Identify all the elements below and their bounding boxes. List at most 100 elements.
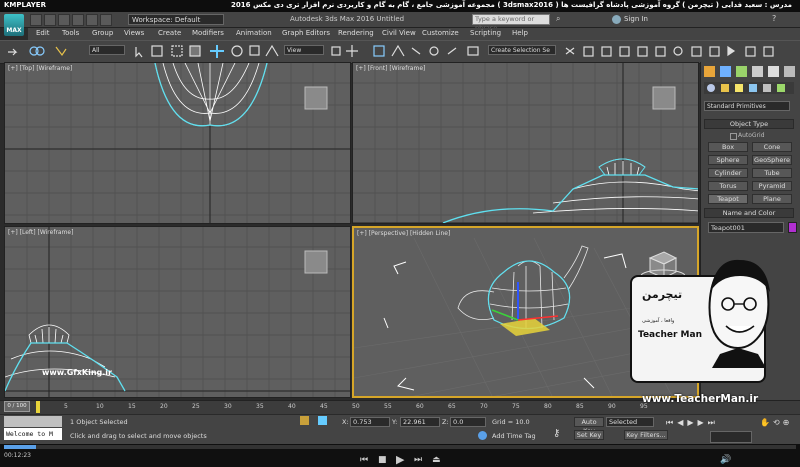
mirror-icon [565,47,575,55]
add-time-tag-button[interactable]: Add Time Tag [492,432,536,440]
new-file-icon[interactable] [30,14,42,26]
workspace-dropdown[interactable]: Workspace: Default [128,14,224,25]
hierarchy-tab-icon[interactable] [736,66,747,77]
previous-icon[interactable]: ⏮ [360,455,368,465]
viewcube-front[interactable] [652,86,676,110]
time-slider-thumb[interactable]: 0 / 100 [4,401,30,412]
key-mode-dropdown[interactable]: Selected [606,417,654,427]
z-coordinate-field[interactable]: 0.0 [450,417,486,427]
menu-help[interactable]: Help [512,29,528,37]
set-key-icon[interactable]: ⚷ [553,428,569,440]
sign-in-button[interactable]: Sign In [624,15,648,23]
utilities-tab-icon[interactable] [784,66,795,77]
rendered-frame-icon [709,46,720,57]
shapes-icon[interactable] [721,84,729,92]
project-folder-icon[interactable] [100,14,112,26]
save-file-icon[interactable] [58,14,70,26]
pyramid-button[interactable]: Pyramid [752,181,792,191]
search-input[interactable]: Type a keyword or phrase [472,14,550,32]
menu-views[interactable]: Views [124,29,144,37]
menu-modifiers[interactable]: Modifiers [192,29,224,37]
menu-edit[interactable]: Edit [36,29,50,37]
next-icon[interactable]: ⏭ [414,455,422,465]
stop-icon[interactable]: ■ [378,455,387,465]
timeline-tick: 75 [512,403,520,410]
viewport-perspective-label[interactable]: [+] [Perspective] [Hidden Line] [357,230,450,237]
spacewarps-icon[interactable] [777,84,785,92]
navigation-controls[interactable]: ✋⟲⊕ [760,418,792,427]
viewport-front[interactable]: [+] [Front] [Wireframe] [352,62,699,224]
tube-button[interactable]: Tube [752,168,792,178]
torus-button[interactable]: Torus [708,181,748,191]
viewcube-left[interactable] [304,250,328,274]
helpers-icon[interactable] [763,84,771,92]
help-icon[interactable]: ? [772,14,776,23]
video-time: 00:12:23 [4,452,31,459]
sphere-button[interactable]: Sphere [708,155,748,165]
volume-icon[interactable]: 🔊 [720,455,731,465]
object-color-swatch[interactable] [788,222,797,233]
modify-tab-icon[interactable] [720,66,731,77]
geosphere-button[interactable]: GeoSphere [752,155,792,165]
current-frame-field[interactable] [710,431,752,443]
absolute-mode-icon[interactable] [318,416,327,425]
cone-button[interactable]: Cone [752,142,792,152]
name-and-color-rollout[interactable]: Name and Color [704,208,794,218]
autogrid-checkbox[interactable] [730,133,737,140]
time-tag-icon[interactable] [478,431,487,440]
viewport-top-label[interactable]: [+] [Top] [Wireframe] [8,65,72,72]
key-filters-button[interactable]: Key Filters... [624,430,668,440]
menu-scripting[interactable]: Scripting [470,29,501,37]
x-coordinate-field[interactable]: 0.753 [350,417,390,427]
video-progress-fill [4,445,36,449]
primitive-category-dropdown[interactable]: Standard Primitives [704,101,790,111]
maxscript-mini-listener[interactable]: Welcome to M [4,428,62,440]
timeline-tick: 30 [224,403,232,410]
menu-group[interactable]: Group [92,29,113,37]
box-button[interactable]: Box [708,142,748,152]
timeline-tick: 50 [352,403,360,410]
max-application-button[interactable]: MAX [4,14,24,36]
render-production-icon [745,46,756,57]
menu-animation[interactable]: Animation [236,29,272,37]
object-type-rollout[interactable]: Object Type [704,119,794,129]
plane-button[interactable]: Plane [752,194,792,204]
set-key-button[interactable]: Set Key [574,430,604,440]
lights-icon[interactable] [735,84,743,92]
create-tab-icon[interactable] [704,66,715,77]
maxscript-listener-output[interactable] [4,416,62,427]
motion-tab-icon[interactable] [752,66,763,77]
redo-icon[interactable] [86,14,98,26]
display-tab-icon[interactable] [768,66,779,77]
open-file-icon[interactable] [44,14,56,26]
object-name-input[interactable]: Teapot001 [708,222,784,233]
menu-tools[interactable]: Tools [62,29,79,37]
open-icon[interactable]: ⏏ [432,455,441,465]
search-icon[interactable]: ⌕ [556,14,566,24]
menu-civil-view[interactable]: Civil View [382,29,416,37]
undo-icon[interactable] [72,14,84,26]
menu-customize[interactable]: Customize [422,29,459,37]
viewport-left-label[interactable]: [+] [Left] [Wireframe] [8,229,73,236]
menu-graph-editors[interactable]: Graph Editors [282,29,330,37]
cylinder-button[interactable]: Cylinder [708,168,748,178]
menu-create[interactable]: Create [158,29,181,37]
y-coordinate-field[interactable]: 22.961 [400,417,440,427]
video-progress-track[interactable] [4,445,796,449]
auto-key-button[interactable]: Auto Key [574,417,604,435]
play-icon[interactable]: ▶ [396,453,404,466]
playback-controls[interactable]: ⏮◀▶▶⏭ [666,418,719,428]
promo-tagline: واقعا ، آموزشی [642,318,675,324]
reference-coordinate-dropdown[interactable]: View [284,45,324,55]
selection-filter-dropdown[interactable]: All [89,45,125,55]
cameras-icon[interactable] [749,84,757,92]
menu-rendering[interactable]: Rendering [338,29,374,37]
viewport-top[interactable]: [+] [Top] [Wireframe] [4,62,351,224]
named-selection-set-input[interactable]: Create Selection Se [488,45,556,55]
teapot-button[interactable]: Teapot [708,194,748,204]
viewport-front-label[interactable]: [+] [Front] [Wireframe] [356,65,425,72]
lock-selection-icon[interactable] [300,416,309,425]
scale-icon [249,45,260,56]
geometry-icon[interactable] [707,84,715,92]
viewcube-top[interactable] [304,86,328,110]
